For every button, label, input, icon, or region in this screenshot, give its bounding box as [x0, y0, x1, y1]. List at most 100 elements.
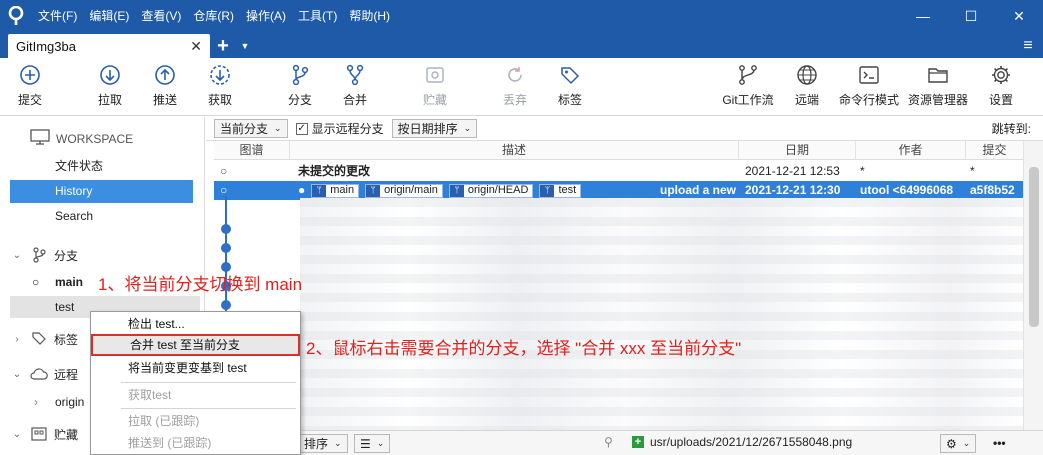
title-bar: 文件(F) 编辑(E) 查看(V) 仓库(R) 操作(A) 工具(T) 帮助(H…	[0, 0, 1043, 32]
more-options-icon[interactable]: •••	[993, 436, 1006, 450]
annotation-step-1: 1、将当前分支切换到 main	[98, 275, 303, 294]
folder-icon	[925, 62, 951, 88]
menu-item-merge-into-current[interactable]: 合并 test 至当前分支	[91, 334, 300, 356]
chevron-down-icon: ⌄	[12, 249, 22, 261]
show-remote-checkbox[interactable]: ✓ 显示远程分支	[295, 120, 384, 137]
settings-button[interactable]: 设置	[973, 62, 1029, 108]
discard-icon	[502, 62, 528, 88]
branch-icon: ᛘ	[312, 184, 327, 197]
column-commit[interactable]: 提交	[966, 141, 1023, 160]
sidebar-item-history[interactable]: History	[10, 180, 193, 203]
commit-row[interactable]: ○ 未提交的更改 2021-12-21 12:53 * *	[214, 162, 1023, 181]
branch-button[interactable]: 分支	[272, 62, 328, 108]
graph-line	[225, 196, 227, 316]
gear-icon	[988, 62, 1014, 88]
merge-button[interactable]: 合并	[327, 62, 383, 108]
column-author[interactable]: 作者	[856, 141, 966, 160]
menu-actions[interactable]: 操作(A)	[240, 0, 292, 32]
tag-button[interactable]: 标签	[542, 62, 598, 108]
graph-node	[221, 224, 231, 234]
terminal-icon	[856, 62, 882, 88]
fetch-button[interactable]: 获取	[192, 62, 248, 108]
menu-item-push-tracked[interactable]: 推送到 (已跟踪)	[91, 432, 300, 454]
commit-button[interactable]: 提交	[2, 62, 58, 108]
stash-button[interactable]: 贮藏	[407, 62, 463, 108]
main-toolbar: 提交 拉取 推送 获取 分支 合并 贮藏 丢弃 标签 Git工作流 远端 命令行…	[0, 58, 1043, 116]
history-filter-bar: 当前分支 ⌄ ✓ 显示远程分支 按日期排序 ⌄ 跳转到:	[206, 117, 1043, 141]
explorer-button[interactable]: 资源管理器	[908, 62, 968, 108]
menu-separator	[121, 408, 296, 409]
workspace-header: WORKSPACE	[30, 129, 133, 148]
remote-button[interactable]: 远端	[779, 62, 835, 108]
history-scrollbar[interactable]	[1023, 141, 1043, 430]
tab-list-dropdown[interactable]: ▼	[236, 34, 254, 58]
tag-icon	[557, 62, 583, 88]
jump-to-label[interactable]: 跳转到:	[992, 120, 1031, 137]
scrollbar-thumb[interactable]	[1029, 167, 1039, 327]
menu-edit[interactable]: 编辑(E)	[83, 0, 135, 32]
search-icon[interactable]: ⚲	[604, 435, 613, 449]
terminal-button[interactable]: 命令行模式	[839, 62, 899, 108]
sourcetree-logo-icon	[0, 0, 32, 32]
globe-icon	[794, 62, 820, 88]
file-options-dropdown[interactable]: ⚙ ⌄	[940, 434, 977, 453]
menu-help[interactable]: 帮助(H)	[343, 0, 396, 32]
chevron-down-icon: ⌄	[12, 428, 22, 440]
menu-item-rebase[interactable]: 将当前变更变基到 test	[91, 357, 300, 379]
monitor-icon	[30, 129, 50, 148]
sort-dropdown[interactable]: 按日期排序 ⌄	[391, 119, 478, 138]
close-window-button[interactable]: ✕	[995, 0, 1043, 32]
chevron-right-icon: ›	[34, 395, 38, 409]
graph-node	[221, 243, 231, 253]
column-date[interactable]: 日期	[739, 141, 856, 160]
current-branch-icon: ○	[32, 275, 40, 289]
sidebar-item-search[interactable]: Search	[10, 205, 193, 228]
menu-view[interactable]: 查看(V)	[135, 0, 187, 32]
branch-filter-dropdown[interactable]: 当前分支 ⌄	[214, 119, 288, 138]
menu-repository[interactable]: 仓库(R)	[187, 0, 240, 32]
branch-icon: ᛘ	[449, 184, 464, 197]
gitflow-icon	[735, 62, 761, 88]
graph-node-icon: ○	[220, 164, 228, 178]
branch-icon	[287, 62, 313, 88]
chevron-right-icon: ›	[15, 333, 19, 345]
stash-section-header[interactable]: ⌄ 贮藏	[6, 422, 78, 446]
sidebar-item-file-status[interactable]: 文件状态	[10, 155, 193, 178]
push-button[interactable]: 推送	[137, 62, 193, 108]
close-tab-icon[interactable]: ✕	[190, 38, 202, 55]
menu-tools[interactable]: 工具(T)	[292, 0, 343, 32]
menu-item-checkout[interactable]: 检出 test...	[91, 313, 300, 335]
added-file-icon: +	[632, 436, 644, 448]
ref-badge-test: ᛘ test	[539, 183, 582, 198]
discard-button[interactable]: 丢弃	[487, 62, 543, 108]
column-description[interactable]: 描述	[290, 141, 739, 160]
head-marker-icon: ●	[298, 183, 306, 197]
view-mode-dropdown[interactable]: ☰ ⌄	[354, 434, 391, 453]
history-column-header: 图谱 描述 日期 作者 提交	[214, 141, 1023, 160]
file-sort-dropdown[interactable]: 排序 ⌄	[298, 434, 348, 453]
gitflow-button[interactable]: Git工作流	[720, 62, 776, 108]
hamburger-menu-icon[interactable]: ≡	[1013, 34, 1043, 58]
repo-tab[interactable]: GitImg3ba ✕	[8, 34, 210, 58]
stash-icon	[422, 62, 448, 88]
merge-icon	[342, 62, 368, 88]
branches-section-header[interactable]: ⌄ 分支	[6, 243, 78, 267]
maximize-button[interactable]: ☐	[947, 0, 995, 32]
plus-circle-icon	[17, 62, 43, 88]
menu-file[interactable]: 文件(F)	[32, 0, 83, 32]
menu-item-pull-tracked[interactable]: 拉取 (已跟踪)	[91, 410, 300, 432]
file-entry[interactable]: + usr/uploads/2021/12/2671558048.png	[632, 435, 852, 449]
minimize-button[interactable]: —	[899, 0, 947, 32]
menu-item-fetch[interactable]: 获取test	[91, 384, 300, 406]
new-tab-button[interactable]: +	[210, 34, 236, 58]
pull-button[interactable]: 拉取	[82, 62, 138, 108]
graph-node	[221, 300, 231, 310]
column-graph[interactable]: 图谱	[214, 141, 290, 160]
chevron-down-icon: ⌄	[334, 438, 342, 448]
ref-badge-origin-head: ᛘ origin/HEAD	[448, 183, 534, 198]
file-panel-bar: 排序 ⌄ ☰ ⌄ ⚲ + usr/uploads/2021/12/267155804…	[206, 430, 1043, 455]
remotes-section-header[interactable]: ⌄ 远程	[6, 362, 78, 386]
chevron-down-icon: ⌄	[962, 438, 971, 448]
tags-section-header[interactable]: › 标签	[6, 327, 78, 351]
checkmark-icon: ✓	[295, 122, 308, 135]
